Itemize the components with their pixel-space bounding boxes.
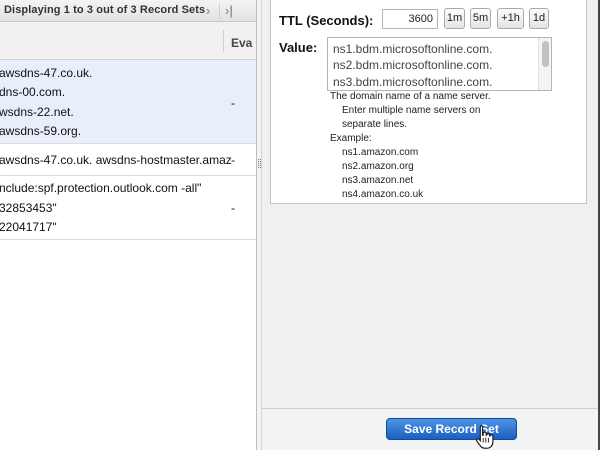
table-row[interactable]: awsdns-47.co.uk. dns-00.com. wsdns-22.ne… [0,60,256,144]
value-line: ns2.bdm.microsoftonline.com. [333,58,493,72]
value-line: ns3.bdm.microsoftonline.com. [333,75,493,89]
help-text: separate lines. [342,119,408,130]
edit-form: TTL (Seconds): 1m 5m +1h 1d Value: ns1.b… [270,0,587,204]
column-divider [223,30,224,52]
row-evaluate: - [231,201,235,215]
row-evaluate: - [231,153,235,167]
help-example: ns2.amazon.org [342,161,414,172]
table-row[interactable]: nclude:spf.protection.outlook.com -all" … [0,176,256,240]
row-value-line: awsdns-47.co.uk. awsdns-hostmaster.amaz [0,153,232,167]
ttl-5m-button[interactable]: 5m [470,8,491,29]
table-header: Eva [0,22,256,60]
splitter-grip-icon[interactable] [258,159,261,168]
save-record-set-button[interactable]: Save Record Set [386,418,517,440]
pager-bar: Displaying 1 to 3 out of 3 Record Sets ›… [0,0,256,22]
ttl-label: TTL (Seconds): [279,13,374,28]
pager-divider [219,3,220,19]
next-page-icon[interactable]: › [201,3,215,19]
ttl-1d-button[interactable]: 1d [529,8,549,29]
help-example: ns3.amazon.net [342,175,414,186]
value-line: ns1.bdm.microsoftonline.com. [333,42,493,56]
row-value-line: 22041717" [0,220,57,234]
row-value-line: 32853453" [0,201,57,215]
row-value-line: nclude:spf.protection.outlook.com -all" [0,181,202,195]
ttl-1m-button[interactable]: 1m [444,8,465,29]
ttl-1h-button[interactable]: +1h [497,8,524,29]
row-value-line: wsdns-22.net. [0,105,74,119]
table-row[interactable]: awsdns-47.co.uk. awsdns-hostmaster.amaz … [0,144,256,176]
value-label: Value: [279,40,318,55]
row-evaluate: - [231,96,235,110]
scrollbar-thumb[interactable] [542,41,549,67]
help-example-label: Example: [330,133,372,144]
hand-cursor-icon [476,424,494,449]
help-text: The domain name of a name server. [330,91,491,102]
last-page-icon[interactable]: ›| [225,3,241,19]
help-example: ns1.amazon.com [342,147,419,158]
ttl-input[interactable] [382,9,438,29]
help-example: ns4.amazon.co.uk [342,189,424,200]
pager-text: Displaying 1 to 3 out of 3 Record Sets [4,4,206,16]
editor-footer: Save Record Set [262,408,598,450]
row-value-line: dns-00.com. [0,85,66,99]
column-header-evaluate[interactable]: Eva [231,36,252,50]
record-set-editor: TTL (Seconds): 1m 5m +1h 1d Value: ns1.b… [262,0,598,450]
help-text: Enter multiple name servers on [342,105,481,116]
row-value-line: awsdns-59.org. [0,124,82,138]
record-sets-pane: Displaying 1 to 3 out of 3 Record Sets ›… [0,0,256,450]
value-textarea[interactable]: ns1.bdm.microsoftonline.com. ns2.bdm.mic… [327,37,552,91]
row-value-line: awsdns-47.co.uk. [0,66,93,80]
value-scrollbar[interactable] [538,38,551,90]
